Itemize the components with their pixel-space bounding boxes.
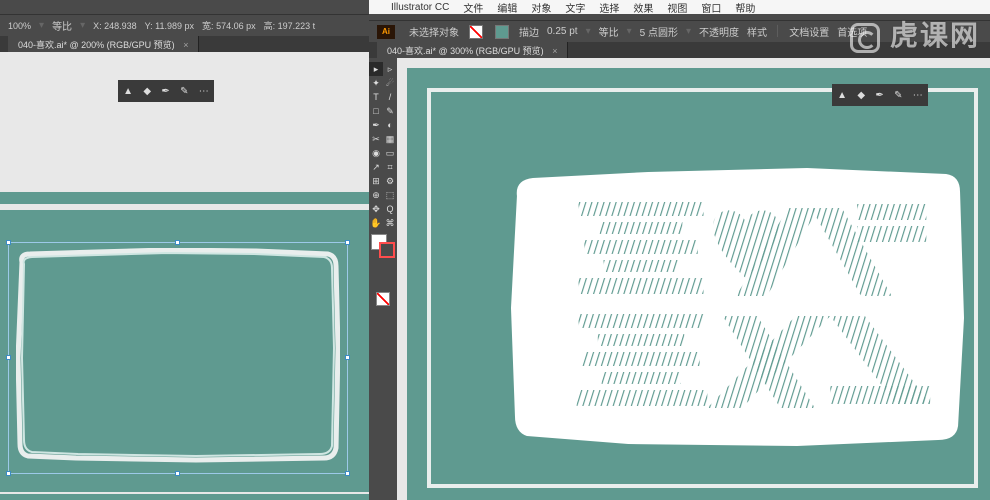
resize-handle-icon[interactable] xyxy=(345,471,350,476)
brush-profile[interactable]: 5 点圆形 xyxy=(640,24,678,39)
toolbar-icon[interactable]: ⋯ xyxy=(913,90,923,101)
slice-tool-icon[interactable]: ✥ xyxy=(369,202,383,216)
paintbrush-tool-icon[interactable]: ✎ xyxy=(383,104,397,118)
resize-handle-icon[interactable] xyxy=(345,355,350,360)
right-options-bar: Ai 未选择对象 描边 0.25 pt ▾ 等比 ▾ 5 点圆形 ▾ 不透明度 … xyxy=(369,20,990,42)
toolbar-icon[interactable]: ✎ xyxy=(180,86,188,97)
menu-edit[interactable]: 编辑 xyxy=(497,0,517,15)
zoom-tool-icon[interactable]: Q xyxy=(383,202,397,216)
floating-toolbar[interactable]: ▲ ◆ ✒ ✎ ⋯ xyxy=(832,84,928,106)
none-color-icon[interactable] xyxy=(376,292,390,306)
menu-file[interactable]: 文件 xyxy=(463,0,483,15)
resize-handle-icon[interactable] xyxy=(6,240,11,245)
artwork-strip-bottom xyxy=(0,494,369,500)
fill-swatch-icon[interactable] xyxy=(469,25,483,39)
line-tool-icon[interactable]: / xyxy=(383,90,397,104)
toolbar-icon[interactable]: ✒ xyxy=(161,86,169,97)
tab-title: 040-喜欢.ai* @ 200% (RGB/GPU 预览) xyxy=(18,40,175,50)
toolbar-icon[interactable]: ▲ xyxy=(837,90,847,101)
tab-title: 040-喜欢.ai* @ 300% (RGB/GPU 预览) xyxy=(387,46,544,56)
print-tiling-tool-icon[interactable]: ⌘ xyxy=(383,216,397,230)
width-tool-icon[interactable]: ▦ xyxy=(383,132,397,146)
y-field[interactable]: Y: 11.989 px xyxy=(145,21,194,31)
x-field[interactable]: X: 248.938 xyxy=(93,21,137,31)
prefs-button[interactable]: 首选项 xyxy=(837,24,867,39)
artwork-strip xyxy=(0,192,369,204)
blend-tool-icon[interactable]: ⚙ xyxy=(383,174,397,188)
stroke-label: 描边 xyxy=(519,24,539,39)
menu-type[interactable]: 文字 xyxy=(565,0,585,15)
stroke-weight[interactable]: 0.25 pt xyxy=(547,26,578,37)
no-selection-label: 未选择对象 xyxy=(409,24,459,39)
rotate-tool-icon[interactable]: ◐ xyxy=(383,118,397,132)
right-tab-strip: 040-喜欢.ai* @ 300% (RGB/GPU 预览) × xyxy=(369,42,990,58)
zoom-field[interactable]: 100% xyxy=(8,21,31,31)
floating-toolbar[interactable]: ▲ ◆ ✒ ✎ ⋯ xyxy=(118,80,214,102)
direct-selection-tool-icon[interactable]: ▹ xyxy=(383,62,397,76)
eyedropper-tool-icon[interactable]: ⊞ xyxy=(369,174,383,188)
artboard-tool-icon[interactable]: ⬚ xyxy=(383,188,397,202)
toolbar-icon[interactable]: ▲ xyxy=(123,86,133,97)
mesh-tool-icon[interactable]: ↗ xyxy=(369,160,383,174)
hand-tool-icon[interactable]: ✋ xyxy=(369,216,383,230)
hatched-characters xyxy=(569,196,934,420)
mac-menubar: Illustrator CC 文件 编辑 对象 文字 选择 效果 视图 窗口 帮… xyxy=(369,0,990,14)
left-canvas[interactable]: ▲ ◆ ✒ ✎ ⋯ xyxy=(0,52,369,500)
menu-effect[interactable]: 效果 xyxy=(633,0,653,15)
selection-bounding-box[interactable] xyxy=(8,242,348,474)
gradient-tool-icon[interactable]: ⌗ xyxy=(383,160,397,174)
uniform-label[interactable]: 等比 xyxy=(52,18,72,33)
toolbar-icon[interactable]: ⋯ xyxy=(199,86,209,97)
opacity-label[interactable]: 不透明度 xyxy=(699,24,739,39)
pen-tool-icon[interactable]: ✒ xyxy=(369,118,383,132)
toolbar-icon[interactable]: ◆ xyxy=(857,90,865,101)
ai-badge-icon: Ai xyxy=(377,25,395,39)
stroke-swatch-icon[interactable] xyxy=(495,25,509,39)
lasso-tool-icon[interactable]: ☄ xyxy=(383,76,397,90)
magic-wand-tool-icon[interactable]: ✦ xyxy=(369,76,383,90)
menu-object[interactable]: 对象 xyxy=(531,0,551,15)
toolbar-icon[interactable]: ✎ xyxy=(894,90,902,101)
scissors-tool-icon[interactable]: ✂ xyxy=(369,132,383,146)
menu-help[interactable]: 帮助 xyxy=(735,0,755,15)
selection-tool-icon[interactable]: ▸ xyxy=(369,62,383,76)
shape-builder-tool-icon[interactable]: ◉ xyxy=(369,146,383,160)
left-options-bar: 100% ▾ 等比 ▾ X: 248.938 Y: 11.989 px 宽: 5… xyxy=(0,14,369,36)
perspective-tool-icon[interactable]: ▭ xyxy=(383,146,397,160)
doc-setup-button[interactable]: 文档设置 xyxy=(789,24,829,39)
resize-handle-icon[interactable] xyxy=(6,471,11,476)
resize-handle-icon[interactable] xyxy=(345,240,350,245)
resize-handle-icon[interactable] xyxy=(175,240,180,245)
menu-select[interactable]: 选择 xyxy=(599,0,619,15)
stroke-color-icon[interactable] xyxy=(379,242,395,258)
close-icon[interactable]: × xyxy=(183,40,188,50)
document-tab[interactable]: 040-喜欢.ai* @ 200% (RGB/GPU 预览) × xyxy=(8,36,199,53)
resize-handle-icon[interactable] xyxy=(6,355,11,360)
left-tab-strip: 040-喜欢.ai* @ 200% (RGB/GPU 预览) × xyxy=(0,36,369,52)
menu-window[interactable]: 窗口 xyxy=(701,0,721,15)
document-tab[interactable]: 040-喜欢.ai* @ 300% (RGB/GPU 预览) × xyxy=(377,42,568,59)
right-canvas[interactable]: ▲ ◆ ✒ ✎ ⋯ xyxy=(397,58,990,500)
app-name: Illustrator CC xyxy=(391,2,449,13)
rectangle-tool-icon[interactable]: □ xyxy=(369,104,383,118)
type-tool-icon[interactable]: T xyxy=(369,90,383,104)
toolbar-icon[interactable]: ✒ xyxy=(875,90,883,101)
menu-view[interactable]: 视图 xyxy=(667,0,687,15)
symbol-sprayer-tool-icon[interactable]: ⊕ xyxy=(369,188,383,202)
w-field[interactable]: 宽: 574.06 px xyxy=(202,19,256,32)
h-field[interactable]: 高: 197.223 t xyxy=(264,19,316,32)
style-label[interactable]: 样式 xyxy=(747,24,767,39)
uniform-dropdown[interactable]: 等比 xyxy=(599,24,619,39)
close-icon[interactable]: × xyxy=(552,46,557,56)
toolbar-icon[interactable]: ◆ xyxy=(143,86,151,97)
tools-panel: ▸▹ ✦☄ T/ □✎ ✒◐ ✂▦ ◉▭ ↗⌗ ⊞⚙ ⊕⬚ ✥Q ✋⌘ xyxy=(369,58,397,500)
fill-stroke-swatches[interactable] xyxy=(369,234,397,262)
resize-handle-icon[interactable] xyxy=(175,471,180,476)
